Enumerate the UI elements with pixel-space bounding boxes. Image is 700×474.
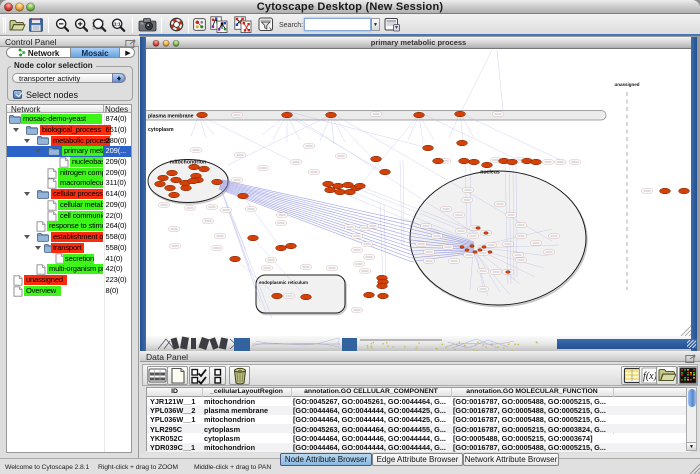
svg-text:f(x): f(x)	[643, 371, 658, 382]
svg-text:endoplasmic reticulum: endoplasmic reticulum	[259, 280, 308, 285]
svg-text:cytoplasm: cytoplasm	[148, 127, 174, 133]
svg-text:mitochondrion: mitochondrion	[170, 160, 206, 166]
svg-text:nucleus: nucleus	[480, 170, 500, 176]
svg-text:plasma membrane: plasma membrane	[148, 114, 194, 120]
svg-text:unassigned: unassigned	[614, 82, 639, 87]
svg-text:1:1: 1:1	[114, 22, 121, 27]
